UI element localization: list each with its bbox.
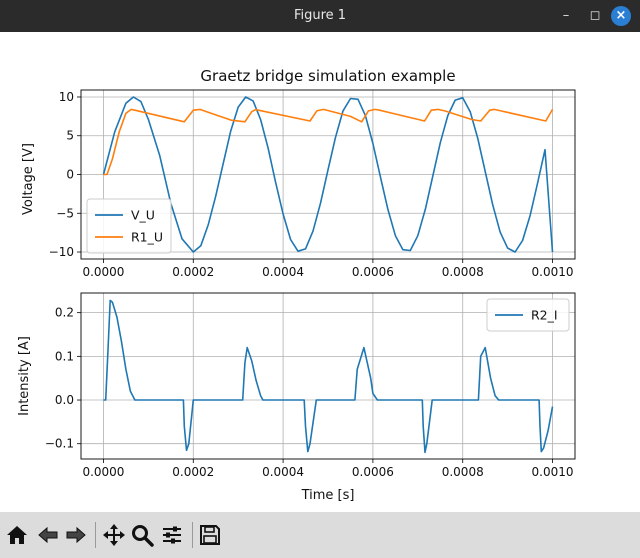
- legend-label: V_U: [131, 208, 155, 223]
- back-arrow-icon[interactable]: [36, 523, 60, 547]
- intensity-axes: Intensity [A] Time [s] 0.0000 0.0002 0.000…: [17, 292, 576, 503]
- y-tick-label: 0.0: [55, 393, 74, 407]
- window-title: Figure 1: [293, 8, 347, 23]
- y-axis-label-voltage: Voltage [V]: [21, 143, 36, 215]
- x-tick-label: 0.0000: [82, 265, 124, 279]
- figure-canvas[interactable]: Graetz bridge simulation example Voltage…: [0, 32, 640, 512]
- y-axis-label-intensity: Intensity [A]: [17, 336, 32, 416]
- legend-label: R1_U: [131, 230, 163, 245]
- x-tick-label: 0.0004: [262, 265, 304, 279]
- x-tick-label: 0.0010: [532, 265, 574, 279]
- maximize-icon[interactable]: ◻: [585, 6, 605, 26]
- y-tick-label: 0: [66, 168, 74, 182]
- x-tick-label: 0.0006: [352, 465, 394, 479]
- y-tick-label: 0.1: [55, 349, 74, 363]
- window-titlebar: Figure 1 – ◻ ×: [0, 0, 640, 32]
- y-tick-label: −5: [56, 206, 74, 220]
- x-axis-label-time: Time [s]: [301, 488, 355, 503]
- forward-arrow-icon[interactable]: [64, 523, 88, 547]
- minimize-icon[interactable]: –: [556, 6, 576, 26]
- x-tick-label: 0.0002: [172, 465, 214, 479]
- legend: R2_I: [486, 298, 570, 332]
- figure-svg: Graetz bridge simulation example Voltage…: [17, 67, 576, 503]
- zoom-magnifier-icon[interactable]: [130, 523, 154, 547]
- toolbar-separator: [192, 522, 193, 548]
- voltage-axes: Graetz bridge simulation example Voltage…: [21, 67, 576, 279]
- navigation-toolbar: [0, 512, 640, 558]
- series-line-r2-i: [103, 299, 554, 454]
- x-tick-label: 0.0006: [352, 265, 394, 279]
- series-line-r1-u: [103, 108, 554, 176]
- x-tick-label: 0.0008: [442, 265, 484, 279]
- legend-box: [86, 198, 172, 254]
- y-tick-label: 0.2: [55, 306, 74, 320]
- close-icon[interactable]: ×: [611, 6, 631, 26]
- chart-title: Graetz bridge simulation example: [200, 67, 455, 85]
- y-tick-label: 5: [66, 129, 74, 143]
- save-floppy-icon[interactable]: [198, 523, 222, 547]
- x-tick-label: 0.0002: [172, 265, 214, 279]
- configure-subplots-icon[interactable]: [160, 523, 184, 547]
- x-tick-label: 0.0008: [442, 465, 484, 479]
- y-tick-label: −0.1: [45, 437, 74, 451]
- x-tick-label: 0.0010: [532, 465, 574, 479]
- toolbar-separator: [95, 522, 96, 548]
- pan-move-icon[interactable]: [102, 523, 126, 547]
- x-tick-label: 0.0000: [82, 465, 124, 479]
- legend: V_U R1_U: [86, 198, 172, 254]
- y-tick-label: −10: [49, 245, 74, 259]
- legend-label: R2_I: [531, 308, 558, 323]
- x-tick-label: 0.0004: [262, 465, 304, 479]
- y-tick-label: 10: [59, 90, 74, 104]
- home-icon[interactable]: [5, 523, 29, 547]
